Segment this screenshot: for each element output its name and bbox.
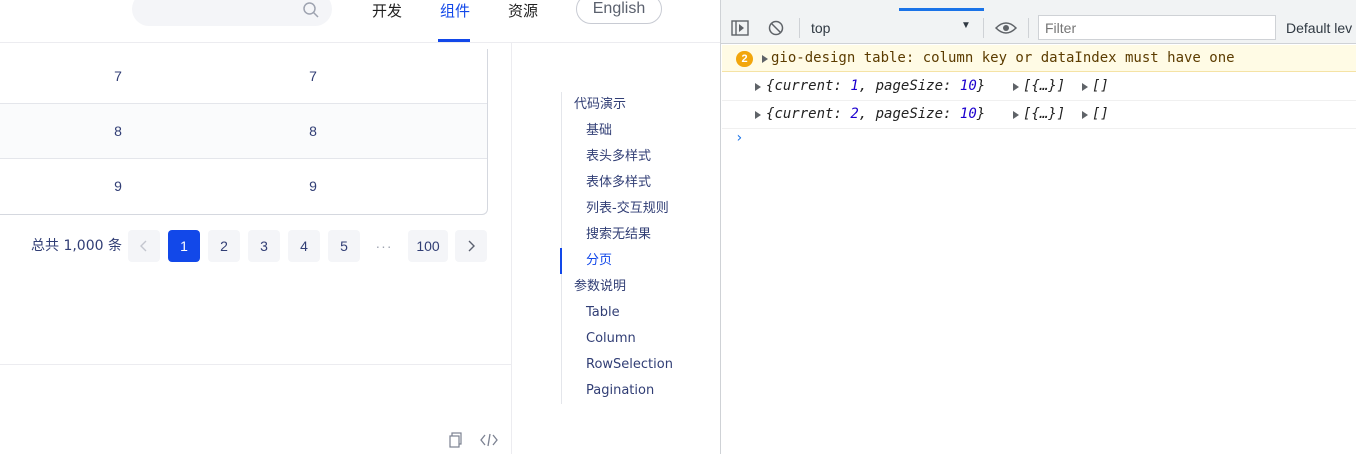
search-icon	[303, 2, 319, 18]
nav-components[interactable]: 组件	[440, 0, 470, 22]
toolbar-separator	[983, 18, 984, 38]
console-toolbar: top ▼ Default lev	[721, 12, 1356, 44]
devtools-panel: top ▼ Default lev 2 gio-design table: co…	[720, 0, 1356, 454]
expand-triangle-icon[interactable]	[1013, 83, 1019, 91]
toc-section-api[interactable]: 参数说明	[574, 278, 626, 296]
expand-triangle-icon[interactable]	[755, 111, 761, 119]
pagination-ellipsis[interactable]: ···	[368, 230, 400, 262]
toc-item-header-styles[interactable]: 表头多样式	[586, 148, 651, 166]
toc-item-pagination-demo[interactable]: 分页	[586, 252, 612, 270]
log-array[interactable]: [{…}]	[1023, 78, 1065, 94]
table-cell: 7	[114, 68, 122, 84]
log-pagesize-value: 10	[959, 78, 977, 94]
expand-triangle-icon[interactable]	[762, 55, 768, 63]
caret-down-icon[interactable]: ▼	[961, 20, 971, 31]
toc-section-demo[interactable]: 代码演示	[574, 96, 626, 114]
context-select[interactable]: top	[811, 20, 830, 36]
log-array[interactable]: []	[1092, 106, 1109, 122]
warning-count-badge: 2	[736, 51, 753, 67]
toc-item-pagination[interactable]: Pagination	[586, 382, 654, 400]
toc-item-body-styles[interactable]: 表体多样式	[586, 174, 651, 192]
clear-console-icon[interactable]	[768, 20, 784, 36]
toc-item-empty-search[interactable]: 搜索无结果	[586, 226, 651, 244]
toc-item-table[interactable]: Table	[586, 304, 620, 322]
table-row: 9 9	[0, 159, 487, 214]
table-cell: 7	[309, 68, 317, 84]
log-pagesize-value: 10	[959, 106, 977, 122]
pagination-page[interactable]: 3	[248, 230, 280, 262]
content-divider	[511, 42, 512, 454]
chevron-left-icon	[140, 240, 147, 252]
header-divider	[0, 42, 720, 43]
search-input[interactable]	[132, 0, 332, 26]
pagination-page[interactable]: 5	[328, 230, 360, 262]
log-array[interactable]: []	[1092, 78, 1109, 94]
devtools-active-tab-indicator	[899, 8, 984, 11]
table-cell: 9	[309, 178, 317, 194]
log-object[interactable]: {current: 2, pageSize: 10}	[766, 106, 985, 122]
pagination-next-button[interactable]	[455, 230, 487, 262]
table-row: 7 7	[0, 49, 487, 104]
toc-active-indicator	[560, 248, 562, 274]
warning-message: gio-design table: column key or dataInde…	[771, 50, 1235, 66]
devtools-tab-strip	[721, 0, 1356, 12]
expand-triangle-icon[interactable]	[1082, 83, 1088, 91]
log-array[interactable]: [{…}]	[1023, 106, 1065, 122]
demo-divider	[0, 364, 512, 365]
code-icon[interactable]	[480, 432, 498, 448]
console-prompt[interactable]: ›	[735, 130, 743, 146]
log-current-value: 1	[850, 78, 859, 94]
console-warning-row[interactable]: 2 gio-design table: column key or dataIn…	[722, 45, 1356, 72]
pagination-page[interactable]: 2	[208, 230, 240, 262]
log-current-value: 2	[850, 106, 859, 122]
toolbar-separator	[799, 18, 800, 38]
console-filter-input[interactable]	[1038, 15, 1276, 40]
nav-develop[interactable]: 开发	[372, 0, 402, 22]
toc-item-column[interactable]: Column	[586, 330, 636, 348]
nav-resources[interactable]: 资源	[508, 0, 538, 22]
console-log-row[interactable]: {current: 1, pageSize: 10} [{…}] []	[722, 73, 1356, 101]
pagination-page[interactable]: 100	[408, 230, 448, 262]
table-cell: 8	[309, 123, 317, 139]
data-table: 7 7 8 8 9 9	[0, 49, 488, 215]
table-row: 8 8	[0, 104, 487, 159]
copy-icon[interactable]	[449, 432, 463, 448]
toolbar-separator	[1028, 18, 1029, 38]
sidebar-toggle-icon[interactable]	[731, 20, 749, 36]
chevron-right-icon	[468, 240, 475, 252]
pagination-total: 总共 1,000 条	[31, 238, 122, 254]
toc-item-basic[interactable]: 基础	[586, 122, 612, 140]
toc-item-rowselection[interactable]: RowSelection	[586, 356, 673, 374]
language-button[interactable]: English	[576, 0, 662, 24]
table-cell: 8	[114, 123, 122, 139]
expand-triangle-icon[interactable]	[755, 83, 761, 91]
expand-triangle-icon[interactable]	[1013, 111, 1019, 119]
eye-icon[interactable]	[995, 21, 1017, 35]
toc-item-interaction-rules[interactable]: 列表-交互规则	[586, 200, 669, 218]
pagination-page[interactable]: 4	[288, 230, 320, 262]
console-log-row[interactable]: {current: 2, pageSize: 10} [{…}] []	[722, 101, 1356, 129]
pagination-page[interactable]: 1	[168, 230, 200, 262]
pagination-prev-button[interactable]	[128, 230, 160, 262]
expand-triangle-icon[interactable]	[1082, 111, 1088, 119]
table-cell: 9	[114, 178, 122, 194]
log-object[interactable]: {current: 1, pageSize: 10}	[766, 78, 985, 94]
log-levels-dropdown[interactable]: Default lev	[1286, 20, 1352, 36]
